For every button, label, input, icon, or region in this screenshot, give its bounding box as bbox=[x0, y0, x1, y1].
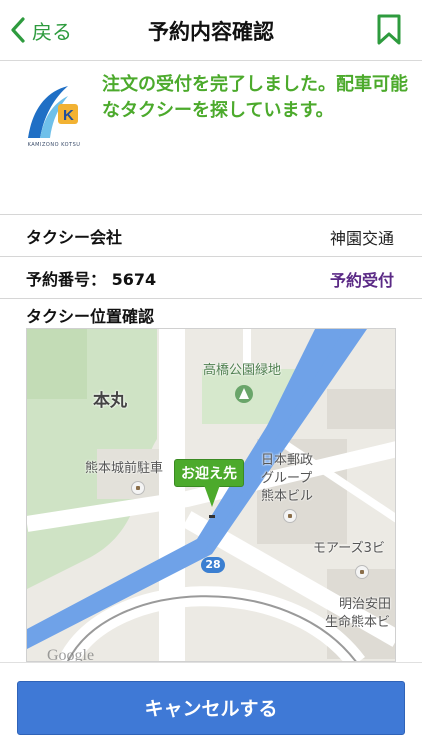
bottom-action-bar: キャンセルする bbox=[0, 662, 422, 751]
company-logo: K KAMIZONO KOTSU bbox=[24, 82, 82, 152]
map-section-title: タクシー位置確認 bbox=[26, 307, 155, 326]
postal-poi-icon bbox=[283, 509, 297, 523]
taxi-company-label: タクシー会社 bbox=[26, 228, 123, 247]
map-label-parking: 熊本城前駐車 bbox=[85, 461, 164, 476]
bookmark-icon[interactable] bbox=[376, 14, 402, 46]
pickup-pin[interactable]: お迎え先 bbox=[174, 459, 244, 518]
taxi-location-map[interactable]: 本丸 高橋公園緑地 熊本城前駐車 日本郵政 グループ 熊本ビル モアーズ3ビ 明… bbox=[26, 328, 396, 662]
navigation-bar: 戻る 予約内容確認 bbox=[0, 0, 422, 61]
pickup-pin-label: お迎え先 bbox=[174, 459, 244, 487]
map-label-postal-1: 日本郵政 bbox=[261, 453, 314, 468]
reservation-number: 予約番号： 5674 bbox=[26, 270, 157, 289]
reservation-status[interactable]: 予約受付 bbox=[330, 267, 394, 291]
confirmation-message: 注文の受付を完了しました。配車可能なタクシーを探しています。 bbox=[102, 74, 408, 121]
map-section-heading: タクシー位置確認 bbox=[0, 298, 422, 329]
cancel-button[interactable]: キャンセルする bbox=[17, 681, 405, 735]
svg-text:K: K bbox=[63, 107, 74, 124]
taxi-company-value: 神園交通 bbox=[329, 229, 394, 248]
map-label-moas: モアーズ3ビ bbox=[313, 541, 385, 556]
chevron-left-icon bbox=[11, 17, 25, 43]
pin-location-dot bbox=[209, 515, 215, 518]
map-label-postal-2: グループ bbox=[261, 471, 313, 486]
reservation-row: 予約番号： 5674 予約受付 bbox=[0, 256, 422, 297]
back-button[interactable]: 戻る bbox=[10, 13, 72, 47]
map-label-takahashi-park: 高橋公園緑地 bbox=[203, 363, 282, 378]
confirmation-banner: K KAMIZONO KOTSU 注文の受付を完了しました。配車可能なタクシーを… bbox=[0, 60, 422, 210]
taxi-company-row: タクシー会社 神園交通 bbox=[0, 214, 422, 255]
map-label-meiji-2: 生命熊本ビ bbox=[325, 615, 391, 630]
route-28-badge: 28 bbox=[201, 557, 225, 573]
moas-poi-icon bbox=[355, 565, 369, 579]
park-icon bbox=[235, 385, 253, 403]
map-label-meiji-1: 明治安田 bbox=[339, 597, 392, 612]
back-button-label: 戻る bbox=[32, 19, 72, 44]
pin-pointer-icon bbox=[204, 485, 220, 507]
logo-caption: KAMIZONO KOTSU bbox=[27, 142, 81, 148]
parking-poi-icon bbox=[131, 481, 145, 495]
google-logo: Google bbox=[47, 647, 95, 662]
map-label-postal-3: 熊本ビル bbox=[261, 489, 314, 504]
map-label-honmaru: 本丸 bbox=[93, 391, 127, 411]
